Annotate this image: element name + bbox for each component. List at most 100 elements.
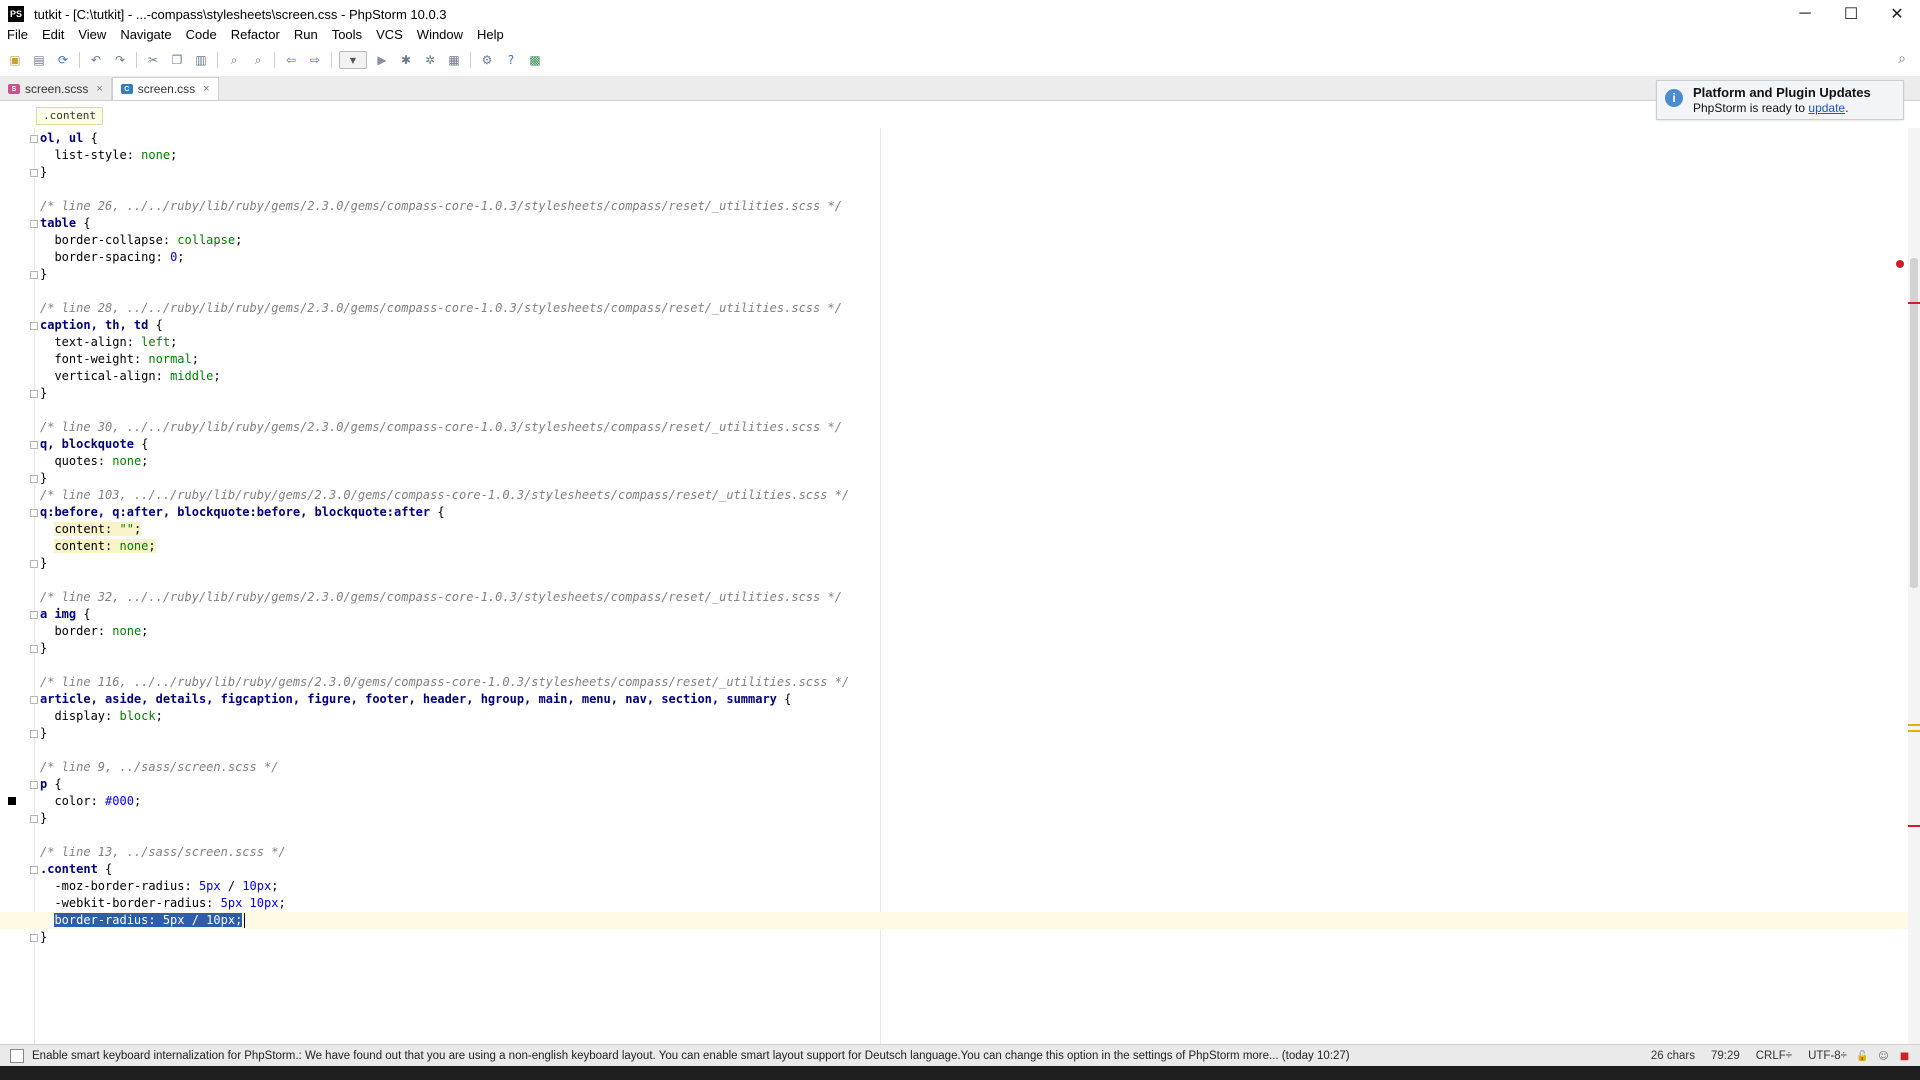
menu-window[interactable]: Window bbox=[410, 27, 470, 42]
menu-refactor[interactable]: Refactor bbox=[224, 27, 287, 42]
fold-marker-icon[interactable] bbox=[30, 509, 38, 517]
file-encoding[interactable]: UTF-8÷ bbox=[1808, 1050, 1847, 1062]
scrollbar-thumb[interactable] bbox=[1910, 258, 1918, 588]
warning-stripe-mark[interactable] bbox=[1908, 724, 1920, 726]
settings-icon[interactable]: ⚙ bbox=[478, 51, 496, 69]
menu-vcs[interactable]: VCS bbox=[369, 27, 410, 42]
menu-edit[interactable]: Edit bbox=[35, 27, 71, 42]
lock-icon[interactable]: 🔓 bbox=[1856, 1051, 1868, 1062]
menu-navigate[interactable]: Navigate bbox=[113, 27, 178, 42]
menu-help[interactable]: Help bbox=[470, 27, 511, 42]
code-line[interactable]: border-collapse: collapse; bbox=[40, 232, 1908, 249]
open-folder-icon[interactable]: ▣ bbox=[6, 51, 24, 69]
run-config-dropdown[interactable]: ▼ bbox=[339, 51, 367, 69]
fold-marker-icon[interactable] bbox=[30, 730, 38, 738]
code-line[interactable]: q:before, q:after, blockquote:before, bl… bbox=[40, 504, 1908, 521]
code-line[interactable]: -webkit-border-radius: 5px 10px; bbox=[40, 895, 1908, 912]
code-line[interactable]: } bbox=[40, 164, 1908, 181]
code-line[interactable] bbox=[40, 827, 1908, 844]
fold-marker-icon[interactable] bbox=[30, 645, 38, 653]
error-stripe-mark[interactable] bbox=[1908, 825, 1920, 827]
code-line[interactable]: } bbox=[40, 266, 1908, 283]
coverage-icon[interactable]: ✲ bbox=[421, 51, 439, 69]
code-line[interactable]: /* line 9, ../sass/screen.scss */ bbox=[40, 759, 1908, 776]
menu-run[interactable]: Run bbox=[287, 27, 325, 42]
fold-marker-icon[interactable] bbox=[30, 390, 38, 398]
code-line[interactable]: /* line 26, ../../ruby/lib/ruby/gems/2.3… bbox=[40, 198, 1908, 215]
tab-screen-scss[interactable]: S screen.scss × bbox=[0, 78, 112, 100]
code-line[interactable]: font-weight: normal; bbox=[40, 351, 1908, 368]
code-line[interactable]: border-radius: 5px / 10px; bbox=[0, 912, 1908, 929]
fold-marker-icon[interactable] bbox=[30, 781, 38, 789]
code-line[interactable]: text-align: left; bbox=[40, 334, 1908, 351]
code-line[interactable]: table { bbox=[40, 215, 1908, 232]
replace-icon[interactable]: ⌕ bbox=[249, 51, 267, 69]
vertical-scrollbar[interactable] bbox=[1908, 128, 1920, 1044]
editor-gutter[interactable] bbox=[0, 128, 35, 1044]
code-line[interactable]: } bbox=[40, 555, 1908, 572]
code-editor[interactable]: ol, ul { list-style: none;} /* line 26, .… bbox=[0, 128, 1908, 1044]
code-line[interactable]: a img { bbox=[40, 606, 1908, 623]
code-line[interactable] bbox=[40, 402, 1908, 419]
code-line[interactable]: border-spacing: 0; bbox=[40, 249, 1908, 266]
fold-marker-icon[interactable] bbox=[30, 611, 38, 619]
save-all-icon[interactable]: ▤ bbox=[30, 51, 48, 69]
code-line[interactable] bbox=[40, 572, 1908, 589]
code-line[interactable] bbox=[40, 181, 1908, 198]
code-line[interactable]: } bbox=[40, 470, 1908, 487]
undo-icon[interactable]: ↶ bbox=[87, 51, 105, 69]
sync-icon[interactable]: ⟳ bbox=[54, 51, 72, 69]
code-line[interactable]: color: #000; bbox=[40, 793, 1908, 810]
menu-view[interactable]: View bbox=[71, 27, 113, 42]
code-line[interactable]: list-style: none; bbox=[40, 147, 1908, 164]
fold-marker-icon[interactable] bbox=[30, 815, 38, 823]
help-icon[interactable]: ? bbox=[502, 51, 520, 69]
forward-icon[interactable]: ⇨ bbox=[306, 51, 324, 69]
profile-icon[interactable]: ▦ bbox=[445, 51, 463, 69]
code-line[interactable]: quotes: none; bbox=[40, 453, 1908, 470]
code-line[interactable]: /* line 28, ../../ruby/lib/ruby/gems/2.3… bbox=[40, 300, 1908, 317]
back-icon[interactable]: ⇦ bbox=[282, 51, 300, 69]
fold-marker-icon[interactable] bbox=[30, 696, 38, 704]
menu-tools[interactable]: Tools bbox=[325, 27, 369, 42]
fold-marker-icon[interactable] bbox=[30, 866, 38, 874]
fold-marker-icon[interactable] bbox=[30, 441, 38, 449]
status-message[interactable]: Enable smart keyboard internalization fo… bbox=[32, 1050, 1350, 1062]
fold-marker-icon[interactable] bbox=[30, 934, 38, 942]
code-line[interactable]: content: ""; bbox=[40, 521, 1908, 538]
fold-marker-icon[interactable] bbox=[30, 220, 38, 228]
error-indicator-icon[interactable] bbox=[1896, 260, 1904, 268]
breadcrumb[interactable]: .content bbox=[36, 107, 103, 125]
code-line[interactable]: /* line 32, ../../ruby/lib/ruby/gems/2.3… bbox=[40, 589, 1908, 606]
redo-icon[interactable]: ↷ bbox=[111, 51, 129, 69]
code-line[interactable]: } bbox=[40, 810, 1908, 827]
close-tab-icon[interactable]: × bbox=[96, 83, 102, 95]
code-content[interactable]: ol, ul { list-style: none;} /* line 26, .… bbox=[0, 130, 1908, 946]
tab-screen-css[interactable]: C screen.css × bbox=[111, 77, 219, 100]
code-line[interactable] bbox=[40, 742, 1908, 759]
code-line[interactable]: .content { bbox=[40, 861, 1908, 878]
code-line[interactable]: } bbox=[40, 725, 1908, 742]
fold-marker-icon[interactable] bbox=[30, 560, 38, 568]
inspector-icon[interactable]: ☺ bbox=[1878, 1051, 1889, 1062]
fold-marker-icon[interactable] bbox=[30, 271, 38, 279]
code-line[interactable]: border: none; bbox=[40, 623, 1908, 640]
code-line[interactable]: /* line 30, ../../ruby/lib/ruby/gems/2.3… bbox=[40, 419, 1908, 436]
code-line[interactable]: /* line 116, ../../ruby/lib/ruby/gems/2.… bbox=[40, 674, 1908, 691]
code-line[interactable]: /* line 13, ../sass/screen.scss */ bbox=[40, 844, 1908, 861]
fold-marker-icon[interactable] bbox=[30, 322, 38, 330]
run-icon[interactable]: ▶ bbox=[373, 51, 391, 69]
debug-icon[interactable]: ✱ bbox=[397, 51, 415, 69]
code-line[interactable]: } bbox=[40, 385, 1908, 402]
code-line[interactable]: p { bbox=[40, 776, 1908, 793]
line-separator[interactable]: CRLF÷ bbox=[1756, 1050, 1792, 1062]
find-icon[interactable]: ⌕ bbox=[225, 51, 243, 69]
fold-marker-icon[interactable] bbox=[30, 475, 38, 483]
menu-file[interactable]: File bbox=[0, 27, 35, 42]
close-tab-icon[interactable]: × bbox=[203, 83, 209, 95]
menu-code[interactable]: Code bbox=[179, 27, 224, 42]
fold-marker-icon[interactable] bbox=[30, 169, 38, 177]
paste-icon[interactable]: ▥ bbox=[192, 51, 210, 69]
update-notification[interactable]: i Platform and Plugin Updates PhpStorm i… bbox=[1656, 80, 1904, 120]
copy-icon[interactable]: ❐ bbox=[168, 51, 186, 69]
